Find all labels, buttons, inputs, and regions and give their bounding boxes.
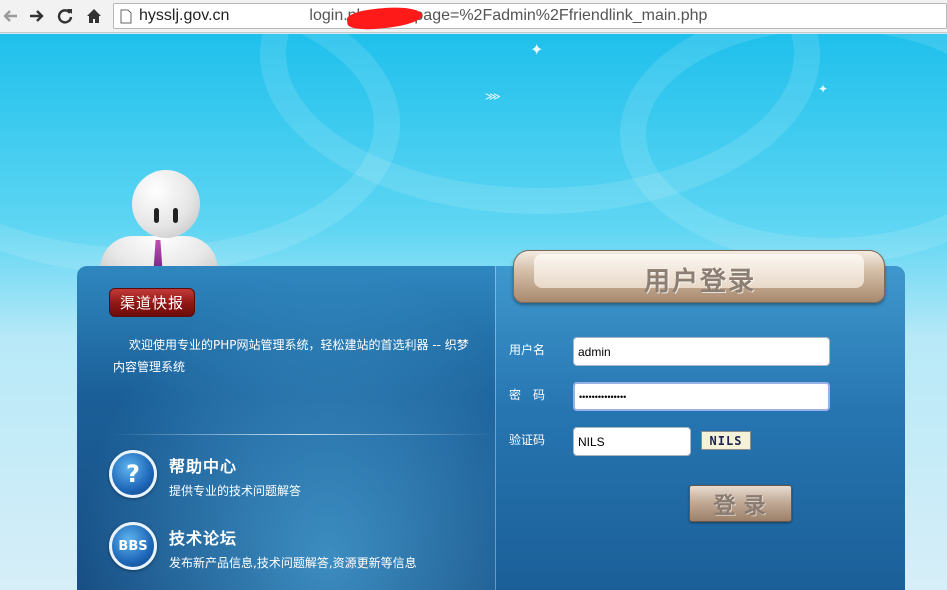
mascot-head: [132, 170, 200, 238]
login-title: 用户登录: [643, 267, 756, 297]
login-button[interactable]: 登录: [689, 485, 792, 522]
sparkle-icon: ✦: [818, 82, 829, 96]
fish-icon: ⋙: [485, 90, 501, 103]
sparkle-icon: ✦: [530, 40, 544, 59]
reload-icon[interactable]: [54, 5, 76, 27]
address-bar[interactable]: hysslj.gov.cn login.php?gotopage=%2Fadmin…: [113, 3, 947, 32]
password-input[interactable]: •••••••••••••••: [573, 382, 830, 411]
url-text: hysslj.gov.cn login.php?gotopage=%2Fadmin…: [139, 7, 707, 25]
username-label: 用户名: [509, 343, 546, 357]
panel-right-section: [495, 266, 905, 590]
mascot-eye: [173, 208, 178, 223]
browser-toolbar: hysslj.gov.cn login.php?gotopage=%2Fadmin…: [0, 0, 947, 33]
feature-desc-help: 提供专业的技术问题解答: [169, 484, 302, 498]
back-arrow-icon[interactable]: [0, 5, 22, 27]
welcome-text: 欢迎使用专业的PHP网站管理系统，轻松建站的首选利器 -- 织梦内容管理系统: [113, 338, 469, 374]
username-input[interactable]: admin: [573, 337, 830, 366]
password-label: 密 码: [509, 388, 546, 402]
page-icon: [120, 9, 132, 24]
question-icon[interactable]: ?: [109, 450, 157, 498]
captcha-input[interactable]: NILS: [573, 427, 691, 456]
mascot-eye: [154, 208, 159, 223]
news-badge[interactable]: 渠道快报: [109, 288, 195, 317]
feature-desc-forum: 发布新产品信息,技术问题解答,资源更新等信息: [169, 556, 417, 570]
forward-arrow-icon[interactable]: [25, 5, 47, 27]
feature-title-forum[interactable]: 技术论坛: [169, 525, 237, 549]
divider: [110, 434, 495, 435]
captcha-label: 验证码: [509, 433, 546, 447]
url-host: hysslj.gov.cn: [139, 7, 230, 24]
background-wave: [620, 34, 947, 264]
mascot-tie: [153, 240, 163, 266]
home-icon[interactable]: [83, 5, 105, 27]
bbs-icon[interactable]: BBS: [109, 522, 157, 570]
feature-title-help[interactable]: 帮助中心: [169, 453, 237, 477]
login-header-banner: 用户登录: [513, 250, 885, 303]
captcha-image[interactable]: NILS: [701, 431, 751, 450]
